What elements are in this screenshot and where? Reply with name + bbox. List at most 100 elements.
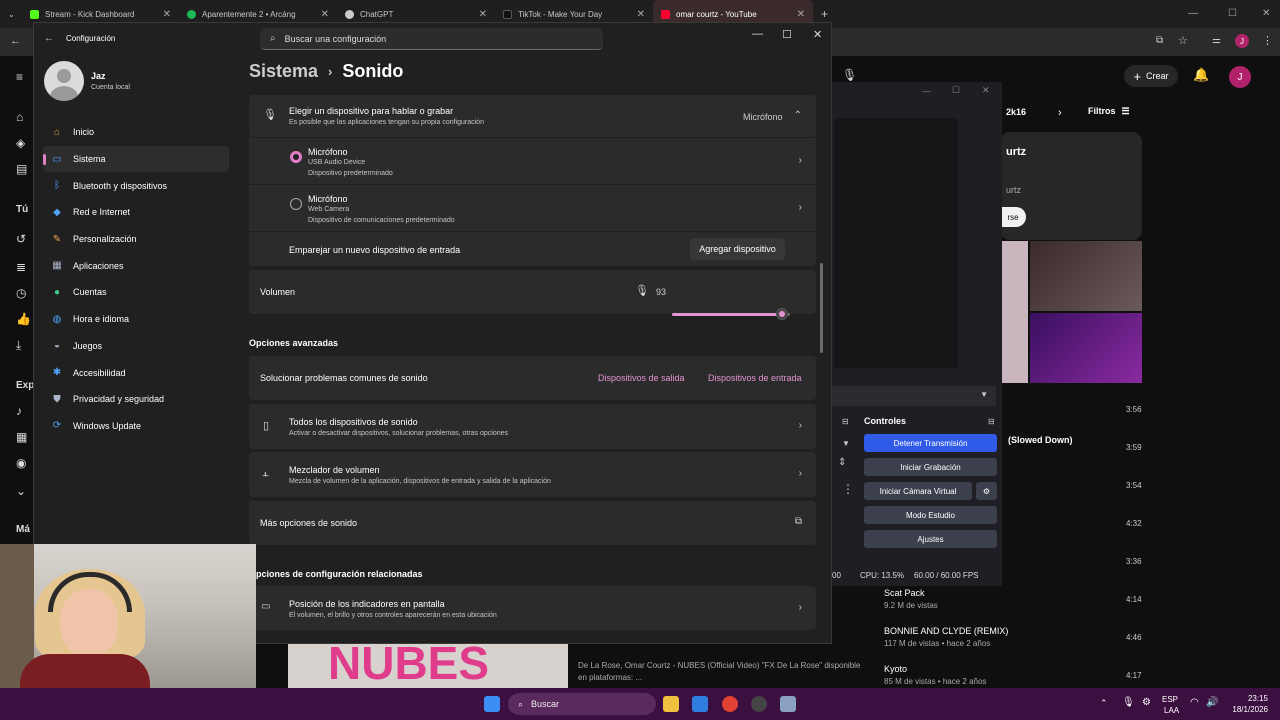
chevron-right-icon[interactable]: › xyxy=(799,468,802,479)
sidebar-item-bluetooth[interactable]: ᛒ Bluetooth y dispositivos xyxy=(43,172,229,199)
sidebar-item-windows-update[interactable]: ⟳ Windows Update xyxy=(43,413,229,440)
chevron-up-icon[interactable]: ⌃ xyxy=(794,110,802,121)
breadcrumb-parent[interactable]: Sistema xyxy=(249,61,318,82)
more-options-icon[interactable]: ⋮ xyxy=(842,482,854,496)
thumbnail-partial[interactable] xyxy=(1000,241,1028,383)
filters-button[interactable]: Filtros ☰ xyxy=(1088,106,1130,117)
settings-search-input[interactable]: ⌕ Buscar una configuración xyxy=(260,28,603,50)
start-recording-button[interactable]: Iniciar Grabación xyxy=(864,458,997,476)
dropdown-arrow-icon[interactable]: ▼ xyxy=(842,439,850,448)
create-button[interactable]: + Crear xyxy=(1124,65,1178,87)
close-icon[interactable]: ✕ xyxy=(813,28,822,41)
downloads-icon[interactable]: ⤓ xyxy=(16,338,21,353)
video-thumbnail[interactable]: NUBES xyxy=(288,644,568,688)
subscribe-button[interactable]: rse xyxy=(1000,207,1026,227)
language-indicator[interactable]: ESP xyxy=(1162,695,1178,704)
youtube-avatar[interactable]: J xyxy=(1229,66,1251,88)
sidebar-item-juegos[interactable]: ◒ Juegos xyxy=(43,333,229,360)
device-option-usb[interactable]: Micrófono USB Audio Device Dispositivo p… xyxy=(249,138,816,184)
obs-preview[interactable] xyxy=(834,118,958,368)
sidebar-item-sistema[interactable]: ▭ Sistema xyxy=(43,145,229,173)
obs-close-icon[interactable]: ✕ xyxy=(982,85,990,96)
settings-button[interactable]: Ajustes xyxy=(864,530,997,548)
speaker-tray-icon[interactable]: 🔊 xyxy=(1206,697,1218,708)
all-sound-devices-row[interactable]: ▯ Todos los dispositivos de sonido Activ… xyxy=(249,404,816,449)
indicator-position-row[interactable]: ▭ Posición de los indicadores en pantall… xyxy=(249,586,816,630)
start-virtual-cam-button[interactable]: Iniciar Cámara Virtual xyxy=(864,482,972,500)
obs-icon[interactable] xyxy=(751,696,767,712)
profile-avatar[interactable]: J xyxy=(1235,34,1249,48)
volume-mixer-row[interactable]: ⫠ Mezclador de volumen Mezcla de volumen… xyxy=(249,452,816,497)
output-devices-link[interactable]: Dispositivos de salida xyxy=(598,373,685,383)
close-tab-icon[interactable]: ✕ xyxy=(321,9,329,20)
back-icon[interactable]: ← xyxy=(10,35,21,47)
sidebar-item-personalizacion[interactable]: ✎ Personalización xyxy=(43,226,229,253)
taskbar-search[interactable]: ⌕ Buscar xyxy=(508,693,656,715)
quality-chip[interactable]: 2k16 xyxy=(1006,107,1026,117)
device-option-webcam[interactable]: Micrófono Web Camera Dispositivo de comu… xyxy=(249,185,816,231)
avatar[interactable] xyxy=(44,61,84,101)
expand-icon[interactable]: ⌄ xyxy=(16,484,26,498)
studio-mode-button[interactable]: Modo Estudio xyxy=(864,506,997,524)
browser-close-icon[interactable]: ✕ xyxy=(1262,8,1270,19)
close-tab-icon[interactable]: ✕ xyxy=(163,9,171,20)
tray-network-icon[interactable]: ⚙ xyxy=(1142,697,1151,708)
list-item[interactable]: BONNIE AND CLYDE (REMIX) 117 M de vistas … xyxy=(884,626,1008,648)
obs-maximize-icon[interactable]: ☐ xyxy=(952,85,960,96)
liked-icon[interactable]: 👍 xyxy=(16,312,31,326)
back-arrow-icon[interactable]: ← xyxy=(44,33,54,44)
browser-minimize-icon[interactable]: — xyxy=(1188,8,1198,19)
sidebar-item-hora-idioma[interactable]: ◍ Hora e idioma xyxy=(43,306,229,333)
input-devices-link[interactable]: Dispositivos de entrada xyxy=(708,373,802,383)
notifications-bell-icon[interactable]: 🔔 xyxy=(1193,67,1209,83)
wifi-tray-icon[interactable]: ◠ xyxy=(1190,697,1199,708)
list-item[interactable]: Scat Pack 9.2 M de vistas xyxy=(884,588,938,610)
settings-gear-icon[interactable] xyxy=(780,696,796,712)
home-icon[interactable]: ⌂ xyxy=(16,110,23,124)
obs-scene-dropdown[interactable]: ▼ xyxy=(832,386,996,406)
hamburger-icon[interactable]: ≡ xyxy=(16,70,23,84)
close-tab-icon[interactable]: ✕ xyxy=(637,9,645,20)
list-item[interactable]: Kyoto 85 M de vistas • hace 2 años xyxy=(884,664,986,686)
playlists-icon[interactable]: ≣ xyxy=(16,260,26,274)
chevron-right-icon[interactable]: › xyxy=(799,155,802,166)
sidebar-item-inicio[interactable]: ⌂ Inicio xyxy=(43,119,229,146)
input-device-header[interactable]: 🎙 Elegir un dispositivo para hablar o gr… xyxy=(249,95,816,137)
maximize-icon[interactable]: ☐ xyxy=(782,28,792,41)
chevron-right-icon[interactable]: › xyxy=(799,202,802,213)
scrollbar[interactable] xyxy=(820,263,823,353)
file-explorer-icon[interactable] xyxy=(663,696,679,712)
sidebar-item-cuentas[interactable]: ● Cuentas xyxy=(43,279,229,306)
add-device-button[interactable]: Agregar dispositivo xyxy=(690,238,785,260)
shorts-icon[interactable]: ◈ xyxy=(16,136,25,150)
install-icon[interactable]: ⧉ xyxy=(1156,35,1163,46)
chevron-right-icon[interactable]: › xyxy=(799,602,802,613)
minimize-icon[interactable]: — xyxy=(752,28,763,40)
voice-search-icon[interactable]: 🎙 xyxy=(842,68,857,82)
language-indicator[interactable]: LAA xyxy=(1164,706,1179,715)
radio-selected[interactable] xyxy=(290,151,302,163)
sidebar-item-red[interactable]: ◆ Red e Internet xyxy=(43,199,229,226)
close-tab-icon[interactable]: ✕ xyxy=(797,9,805,20)
more-sound-options-row[interactable]: Más opciones de sonido ⧉ xyxy=(249,501,816,545)
virtual-cam-settings-gear-icon[interactable]: ⚙ xyxy=(976,482,997,500)
sidebar-item-aplicaciones[interactable]: ▦ Aplicaciones xyxy=(43,252,229,279)
chevron-right-icon[interactable]: › xyxy=(799,420,802,431)
browser-maximize-icon[interactable]: ☐ xyxy=(1228,8,1237,19)
watch-later-icon[interactable]: ◷ xyxy=(16,286,26,300)
radio-unselected[interactable] xyxy=(290,198,302,210)
tray-chevron-icon[interactable]: ⌃ xyxy=(1100,698,1108,709)
clock-time[interactable]: 23:15 xyxy=(1228,694,1268,703)
tab-search-button[interactable]: ⌄ xyxy=(0,0,22,28)
extensions-icon[interactable]: ⚌ xyxy=(1212,35,1221,46)
external-link-icon[interactable]: ⧉ xyxy=(795,516,802,527)
album-thumbnail[interactable] xyxy=(1030,241,1142,311)
obs-minimize-icon[interactable]: — xyxy=(922,86,931,96)
album-thumbnail[interactable] xyxy=(1030,313,1142,383)
bookmark-star-icon[interactable]: ☆ xyxy=(1178,34,1188,47)
tray-mic-icon[interactable]: 🎙 xyxy=(1122,697,1135,708)
stop-stream-button[interactable]: Detener Transmisión xyxy=(864,434,997,452)
spinner-icon[interactable]: ⇕ xyxy=(838,457,846,468)
sidebar-item-privacidad[interactable]: ⛊ Privacidad y seguridad xyxy=(43,386,229,413)
close-tab-icon[interactable]: ✕ xyxy=(479,9,487,20)
